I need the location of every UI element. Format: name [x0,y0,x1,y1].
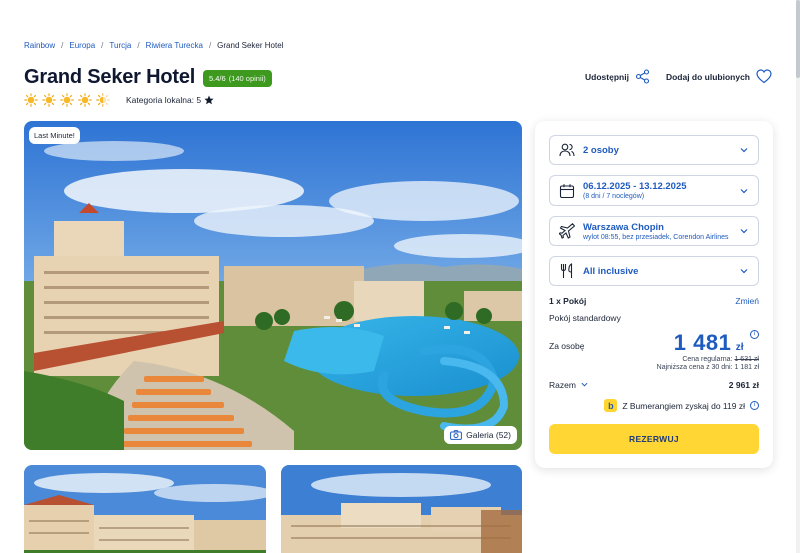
board-select[interactable]: All inclusive [549,256,759,286]
rating-badge[interactable]: 5.4/6 (140 opinii) [203,70,272,87]
last-minute-badge: Last Minute! [29,127,80,144]
chevron-down-icon [740,148,748,153]
sun-icon [24,93,38,107]
camera-icon [450,430,463,440]
total-value: 2 961 zł [728,380,759,390]
price-currency: zł [735,342,744,353]
gallery-thumbnail[interactable] [281,465,522,553]
calendar-icon [559,183,575,198]
bumerang-logo-icon: b [604,399,618,412]
rating-value: 5.4/6 [209,74,226,83]
price-info-icon[interactable]: i [750,330,759,339]
price-block: 1 481 zł i Cena regularna: 1 631 zł Najn… [657,330,759,371]
favorite-label: Dodaj do ulubionych [665,71,750,82]
room-row: 1 x Pokój Zmień [549,296,759,306]
reviews-count: (140 opinii) [228,74,266,83]
chevron-down-icon [740,229,748,234]
regular-price-label: Cena regularna: [682,356,733,363]
breadcrumb-rainbow[interactable]: Rainbow [24,41,55,50]
breadcrumb-europa[interactable]: Europa [69,41,95,50]
bumerang-text: Z Bumerangiem zyskaj do 119 zł [622,400,745,411]
cutlery-icon [560,263,573,278]
star-icon [204,95,214,105]
departure-select[interactable]: Warszawa Chopin wylot 08:55, bez przesia… [549,216,759,246]
sun-icon [78,93,92,107]
total-label: Razem [549,380,576,390]
change-room-link[interactable]: Zmień [735,296,759,306]
favorite-button[interactable]: Dodaj do ulubionych [666,69,772,84]
share-button[interactable]: Udostępnij [585,69,650,84]
bumerang-promo: b Z Bumerangiem zyskaj do 119 zł i [549,399,759,412]
sun-rating [24,93,110,107]
total-toggle[interactable]: Razem [549,380,588,390]
share-label: Udostępnij [585,71,629,82]
category-label: Kategoria lokalna: 5 [126,95,202,105]
people-icon [559,143,575,157]
persons-value: 2 osoby [583,144,619,156]
sun-icon [60,93,74,107]
departure-value: Warszawa Chopin [583,221,664,233]
reserve-button[interactable]: REZERWUJ [549,424,759,454]
booking-panel: 2 osoby 06.12.2025 - 13.12.2025 (8 dni /… [535,121,773,468]
breadcrumb-separator: / [61,41,64,50]
chevron-down-icon [581,382,588,387]
chevron-down-icon [740,188,748,193]
scrollbar-thumb[interactable] [796,0,800,78]
total-row: Razem 2 961 zł [549,380,759,390]
breadcrumb-current: Grand Seker Hotel [217,41,284,50]
heart-icon [756,69,772,84]
bumerang-info-icon[interactable]: i [750,401,759,410]
sun-icon [42,93,56,107]
lowest-price: Najniższa cena z 30 dni: 1 181 zł [656,364,759,371]
regular-price: Cena regularna: 1 631 zł [657,356,759,363]
price-value: 1 481 [673,330,732,355]
hotel-photo [24,121,522,450]
airplane-icon [559,223,575,239]
departure-details: wylot 08:55, bez przesiadek, Corendon Ai… [583,233,729,241]
hotel-thumbnail-photo [24,465,266,553]
dates-duration: (8 dni / 7 noclegów) [583,193,645,200]
page-scrollbar[interactable] [796,0,800,553]
regular-price-value: 1 631 zł [734,356,759,363]
main-photo[interactable]: Last Minute! Galeria (52) [24,121,522,450]
gallery-button[interactable]: Galeria (52) [444,426,517,444]
gallery-label: Galeria (52) [466,430,511,440]
dates-select[interactable]: 06.12.2025 - 13.12.2025 (8 dni / 7 nocle… [549,175,759,206]
breadcrumb-separator: / [208,41,212,50]
half-sun-icon [96,93,110,107]
board-value: All inclusive [583,265,639,277]
breadcrumb-turcja[interactable]: Turcja [109,41,131,50]
breadcrumb-separator: / [101,41,104,50]
breadcrumb-separator: / [137,41,140,50]
header-actions: Udostępnij Dodaj do ulubionych [585,69,772,84]
share-icon [635,69,649,84]
dates-value: 06.12.2025 - 13.12.2025 [583,181,687,192]
hotel-title: Grand Seker Hotel [24,66,196,88]
persons-select[interactable]: 2 osoby [549,135,759,165]
hotel-thumbnail-photo [281,465,522,553]
breadcrumb: Rainbow / Europa / Turcja / Riwiera Ture… [24,41,283,50]
chevron-down-icon [740,269,748,274]
breadcrumb-riwiera[interactable]: Riwiera Turecka [146,41,203,50]
gallery-thumbnail[interactable] [24,465,266,553]
room-count: 1 x Pokój [549,296,587,306]
local-category: Kategoria lokalna: 5 [126,95,214,105]
room-type: Pokój standardowy [549,313,621,323]
